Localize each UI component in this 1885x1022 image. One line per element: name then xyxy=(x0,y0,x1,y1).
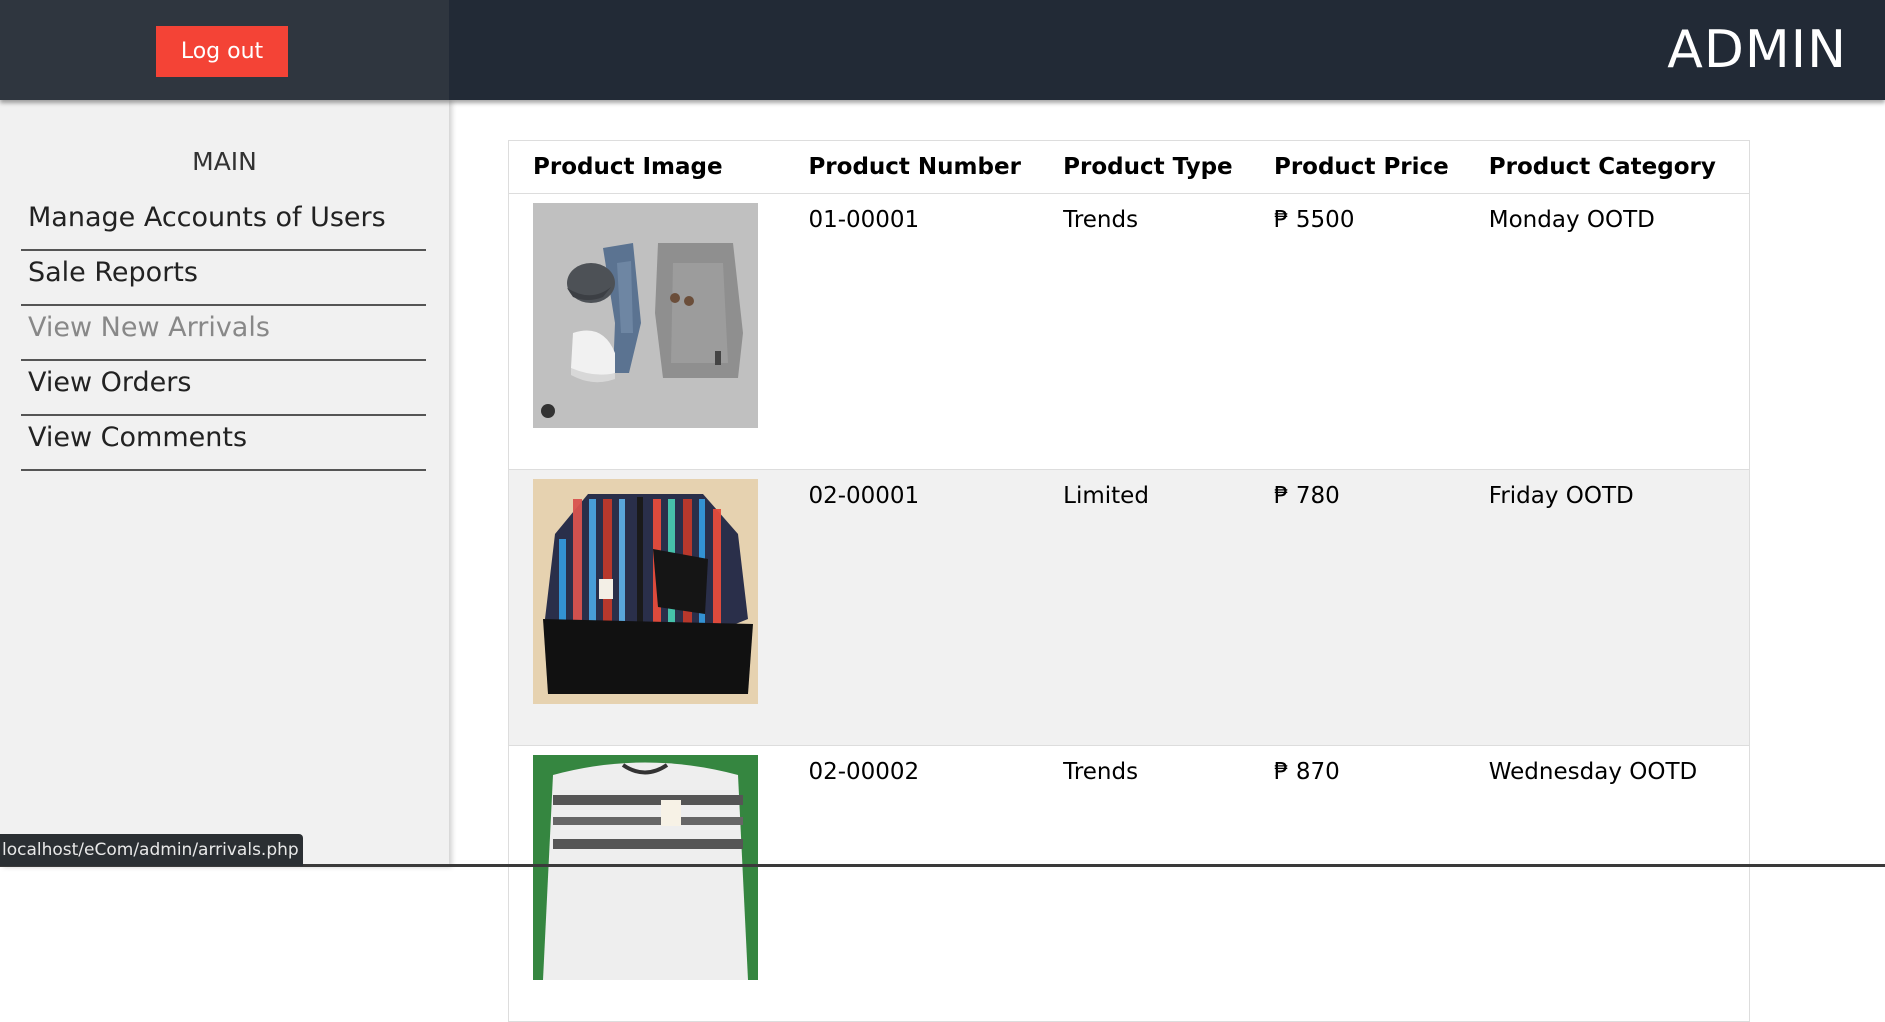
product-type: Trends xyxy=(1039,193,1250,470)
sidebar-item-manage-accounts[interactable]: Manage Accounts of Users xyxy=(21,196,426,251)
product-image-cell xyxy=(508,193,785,470)
sidebar: MAIN Manage Accounts of Users Sale Repor… xyxy=(0,100,449,867)
admin-title: ADMIN xyxy=(1667,20,1847,80)
product-category: Monday OOTD xyxy=(1464,193,1750,470)
product-image xyxy=(533,479,758,704)
sidebar-item-view-orders[interactable]: View Orders xyxy=(21,361,426,416)
table-row: 02-00001 Limited ₱ 780 Friday OOTD xyxy=(508,469,1750,746)
column-header-product-category: Product Category xyxy=(1464,140,1750,194)
logout-button[interactable]: Log out xyxy=(156,26,288,77)
sidebar-item-view-comments[interactable]: View Comments xyxy=(21,416,426,471)
table-header-row: Product Image Product Number Product Typ… xyxy=(508,140,1750,194)
product-category: Wednesday OOTD xyxy=(1464,745,1750,1022)
main-content: Product Image Product Number Product Typ… xyxy=(508,140,1750,1022)
topbar-left-panel: Log out xyxy=(0,0,449,100)
column-header-product-type: Product Type xyxy=(1039,140,1250,194)
product-image-cell xyxy=(508,469,785,746)
sidebar-heading: MAIN xyxy=(192,147,257,176)
product-image-cell xyxy=(508,745,785,1022)
status-bar-url: localhost/eCom/admin/arrivals.php xyxy=(0,834,303,866)
product-type: Trends xyxy=(1039,745,1250,1022)
product-number: 01-00001 xyxy=(784,193,1040,470)
column-header-product-image: Product Image xyxy=(508,140,785,194)
product-number: 02-00001 xyxy=(784,469,1040,746)
product-image xyxy=(533,203,758,428)
table-row: 02-00002 Trends ₱ 870 Wednesday OOTD xyxy=(508,745,1750,1022)
column-header-product-price: Product Price xyxy=(1249,140,1465,194)
top-navigation-bar: Log out ADMIN xyxy=(0,0,1885,100)
product-price: ₱ 870 xyxy=(1249,745,1465,1022)
product-image xyxy=(533,755,758,980)
product-type: Limited xyxy=(1039,469,1250,746)
table-row: 01-00001 Trends ₱ 5500 Monday OOTD xyxy=(508,193,1750,470)
sidebar-item-sale-reports[interactable]: Sale Reports xyxy=(21,251,426,306)
products-table: Product Image Product Number Product Typ… xyxy=(508,140,1750,1022)
product-price: ₱ 780 xyxy=(1249,469,1465,746)
product-number: 02-00002 xyxy=(784,745,1040,1022)
product-price: ₱ 5500 xyxy=(1249,193,1465,470)
column-header-product-number: Product Number xyxy=(784,140,1040,194)
sidebar-nav: Manage Accounts of Users Sale Reports Vi… xyxy=(21,196,426,471)
sidebar-item-view-new-arrivals[interactable]: View New Arrivals xyxy=(21,306,426,361)
product-category: Friday OOTD xyxy=(1464,469,1750,746)
